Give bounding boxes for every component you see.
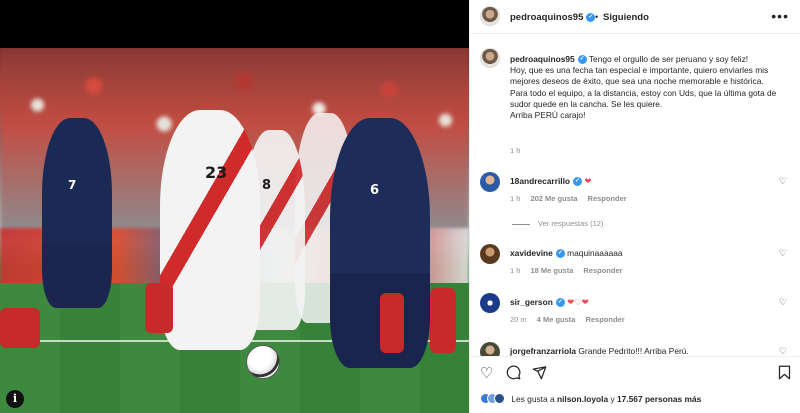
instagram-post-view: 23 8 6 7 i pedroaquinos95 ✓ • Siguiendo •… [0,0,800,413]
comment-icon[interactable] [506,365,521,385]
red-sock [0,308,40,348]
comment-time[interactable]: 1 h [510,266,520,275]
bookmark-icon-svg [778,365,791,380]
post-media: 23 8 6 7 i [0,0,469,413]
avatar[interactable] [480,244,500,264]
share-icon-svg [532,366,547,380]
avatar[interactable] [480,293,500,313]
caption-line: Para todo el equipo, a la distancia, est… [510,87,777,109]
liker-username[interactable]: nilson.loyola [557,394,608,404]
post-side-panel: pedroaquinos95 ✓ • Siguiendo ••• pedroaqu… [469,0,800,413]
player-france-7 [42,118,112,308]
username-text[interactable]: pedroaquinos95 [510,12,583,23]
caption-text: pedroaquinos95 ✓ Tengo el orgullo de ser … [510,54,792,121]
comment-time[interactable]: 1 h [510,194,520,203]
comment-likes[interactable]: 18 Me gusta [530,266,573,275]
post-header: pedroaquinos95 ✓ • Siguiendo ••• [470,0,800,34]
comment-username[interactable]: xavidevine [510,248,553,258]
caption-username[interactable]: pedroaquinos95 [510,54,575,64]
comment-text: xavidevine ✓ maquinaaaaaa [510,248,623,259]
comment-text: jorgefranzarriola Grande Pedrito!!! Arri… [510,346,689,356]
post-username[interactable]: pedroaquinos95 ✓ [510,12,596,23]
caption-line: Arriba PERÚ carajo! [510,110,586,121]
caption-timestamp[interactable]: 1 h [510,146,520,155]
avatar[interactable] [480,48,500,68]
comment-likes[interactable]: 4 Me gusta [537,315,576,324]
comment-icon-svg [506,365,521,380]
jersey-number: 8 [262,178,272,193]
like-comment-heart-icon[interactable]: ♡ [779,297,787,308]
share-icon[interactable] [532,365,547,385]
heart-icon[interactable]: ♡ [480,365,493,383]
red-sock [430,288,456,353]
likes-prefix: Les gusta a [511,393,555,404]
verified-badge-icon: ✓ [573,177,583,187]
liker-avatar[interactable] [494,393,505,405]
comment-text: 18andrecarrillo ✓ ❤ [510,176,592,187]
more-options-icon[interactable]: ••• [771,8,789,24]
view-replies-label: Ver respuestas (12) [538,219,604,228]
comment-username[interactable]: jorgefranzarriola [510,346,576,356]
separator-dot: • [595,12,599,22]
post-action-bar: ♡ Les gusta a nilson.loyola y 17.567 per… [470,356,800,413]
comment-username[interactable]: 18andrecarrillo [510,176,570,186]
following-button[interactable]: Siguiendo [603,12,649,23]
comment-text: sir_gerson ✓ ❤♡❤ [510,297,589,308]
post-photo[interactable]: 23 8 6 7 [0,48,469,413]
bookmark-icon[interactable] [778,365,791,385]
info-icon[interactable]: i [6,390,24,408]
comment-meta: 20 m 4 Me gusta Responder [510,315,635,324]
verified-badge-icon: ✓ [577,55,587,65]
like-comment-heart-icon[interactable]: ♡ [779,176,787,187]
likes-count[interactable]: 17.567 personas más [617,394,701,404]
likes-middle: y [610,393,615,404]
red-sock [145,283,173,333]
comment-meta: 1 h 202 Me gusta Responder [510,194,637,203]
avatar[interactable] [480,172,500,192]
caption-line: Tengo el orgullo de ser peruano y soy fe… [588,54,749,64]
red-sock [380,293,404,353]
reply-button[interactable]: Responder [583,266,622,275]
comment-body: maquinaaaaaa [567,248,623,258]
jersey-number: 6 [370,183,380,198]
hearts-emoji: ❤♡❤ [567,297,589,307]
comment-username[interactable]: sir_gerson [510,297,553,307]
jersey-number: 23 [205,163,228,182]
like-comment-heart-icon[interactable]: ♡ [779,248,787,259]
jersey-number: 7 [68,178,77,192]
red-heart-icon: ❤ [584,176,592,186]
likes-summary: Les gusta a nilson.loyola y 17.567 perso… [480,393,701,405]
comment-body: Grande Pedrito!!! Arriba Perú. [578,346,689,356]
caption-line: Hoy, que es una fecha tan especial e imp… [510,65,769,87]
comment-meta: 1 h 18 Me gusta Responder [510,266,633,275]
verified-badge-icon: ✓ [555,298,565,308]
view-replies-button[interactable]: Ver respuestas (12) [512,219,603,228]
football [246,345,280,379]
comment-likes[interactable]: 202 Me gusta [530,194,577,203]
likes-text: Les gusta a nilson.loyola y 17.567 perso… [511,394,701,404]
reply-button[interactable]: Responder [588,194,627,203]
avatar[interactable] [480,6,500,26]
player-peru-23 [160,110,260,350]
comment-time[interactable]: 20 m [510,315,527,324]
replies-line [512,223,530,225]
verified-badge-icon: ✓ [555,249,565,259]
reply-button[interactable]: Responder [585,315,624,324]
